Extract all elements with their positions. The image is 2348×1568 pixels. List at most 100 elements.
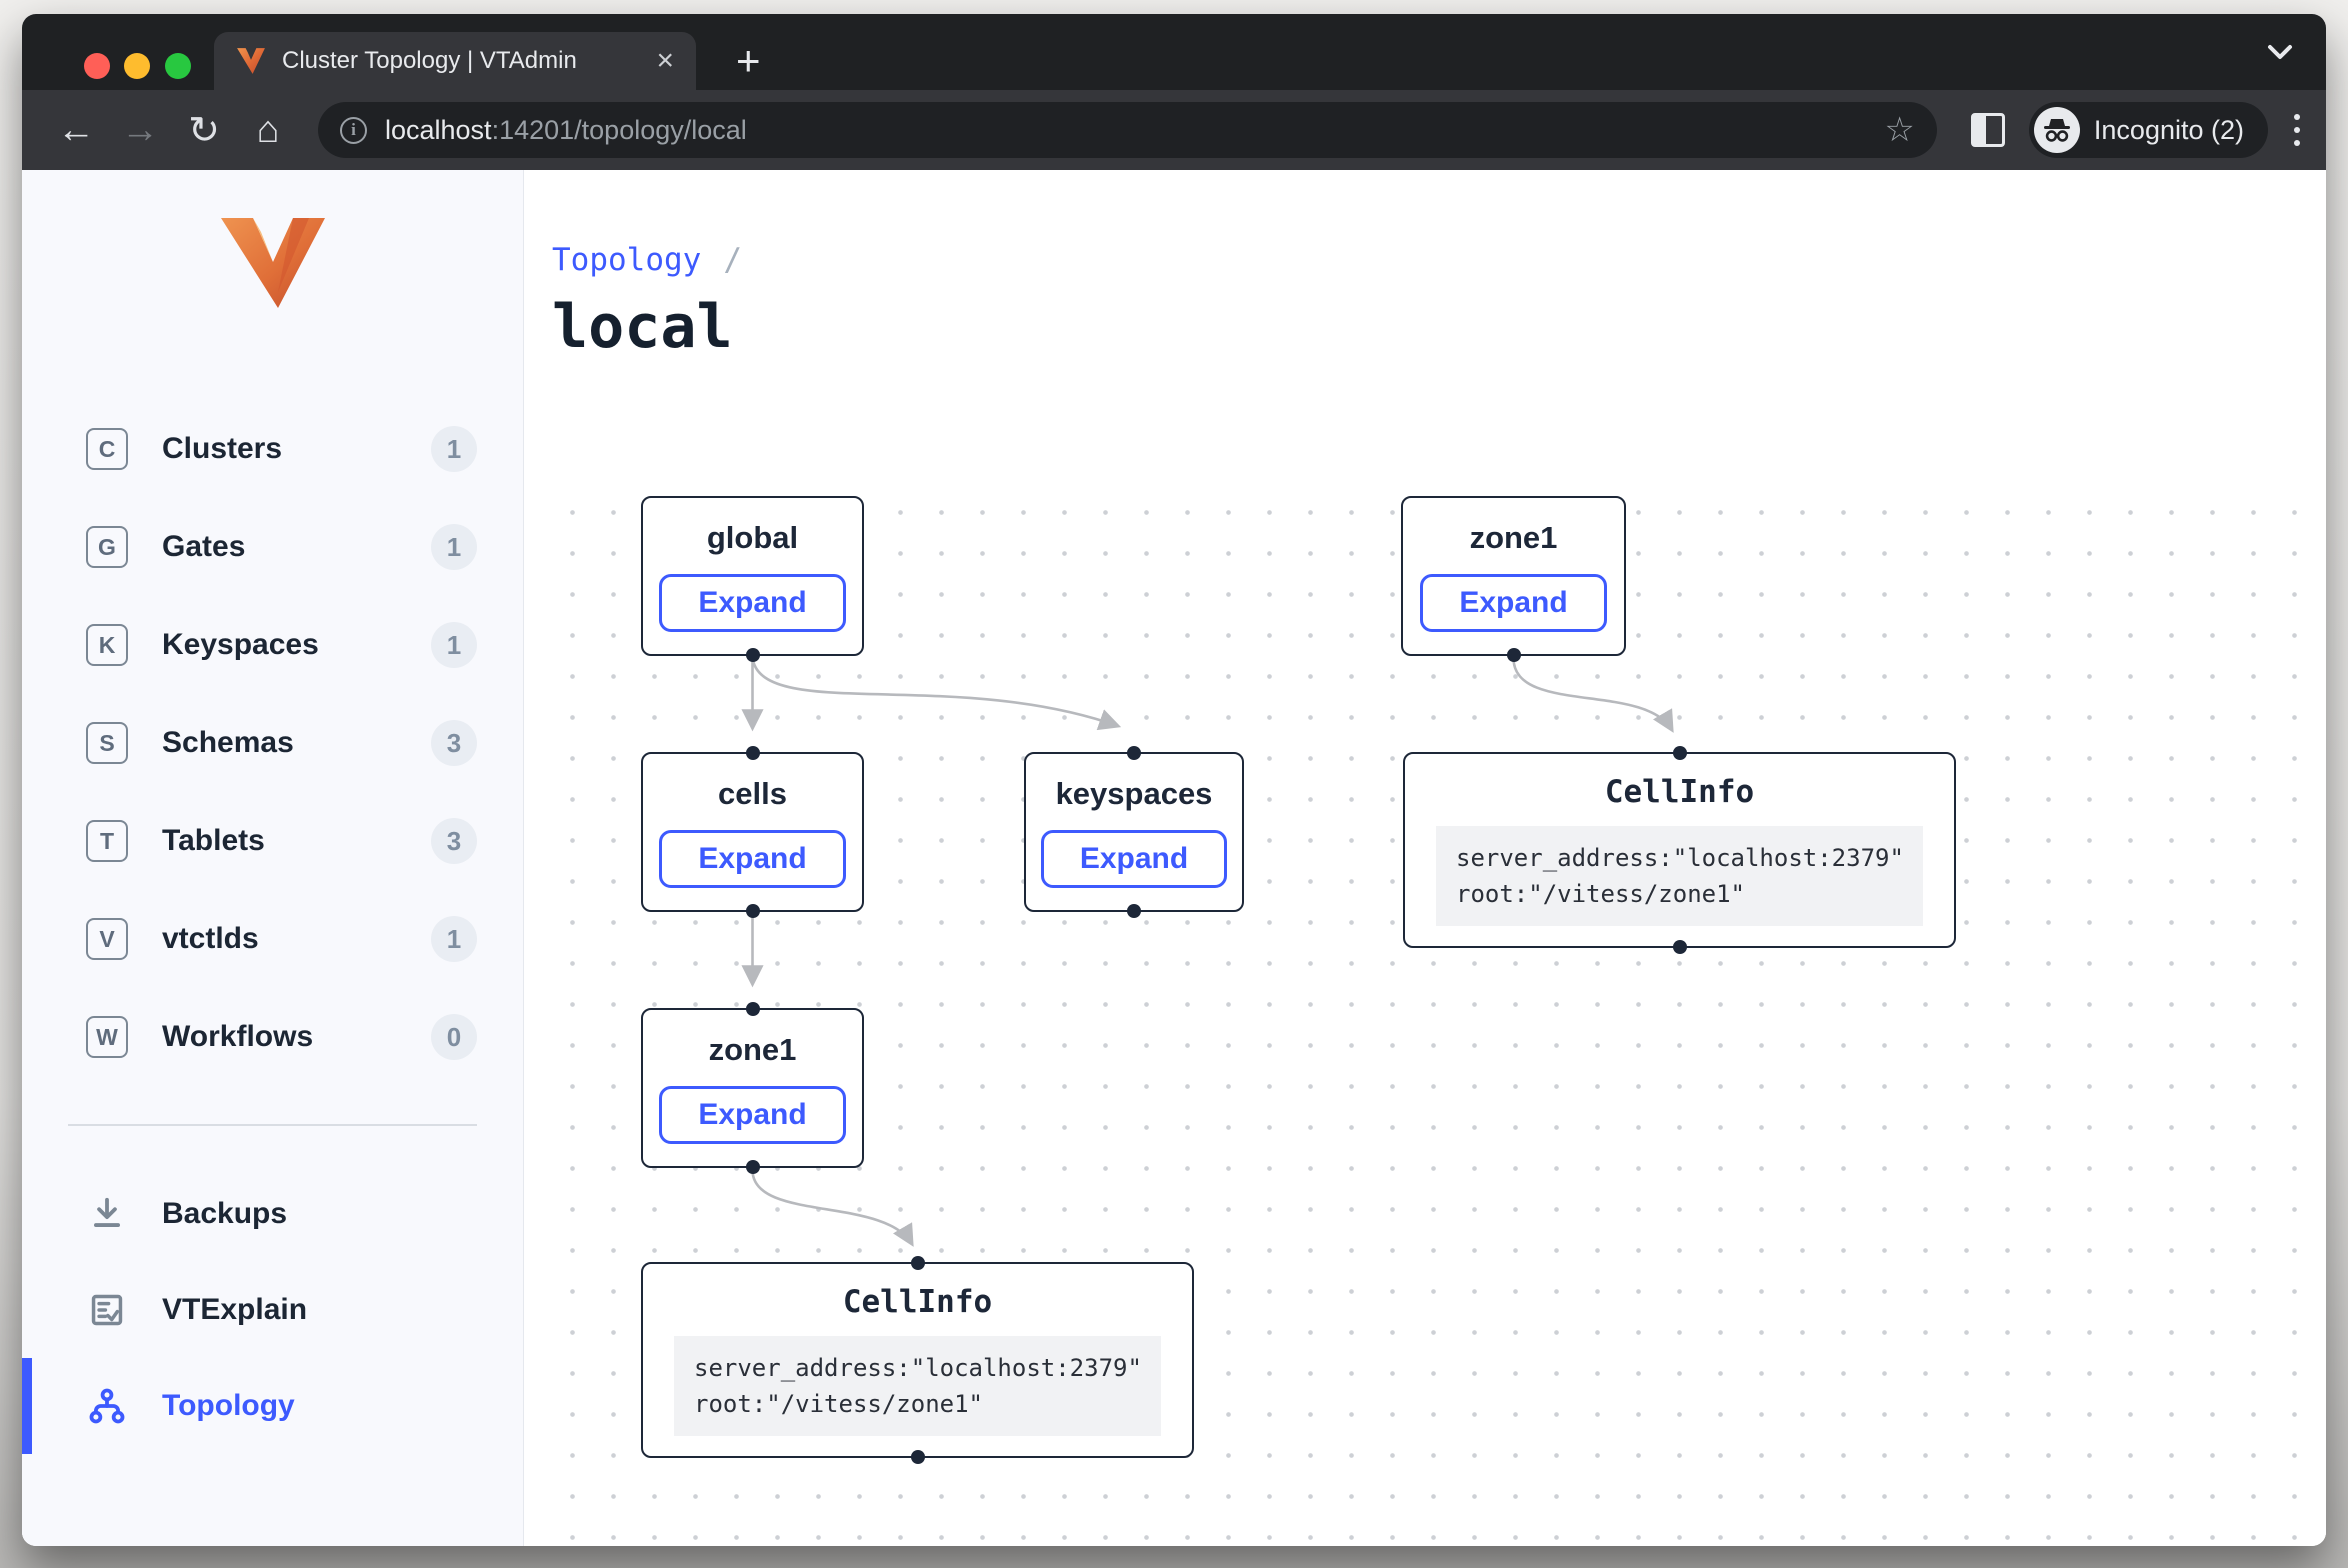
forward-icon[interactable]: → (112, 102, 168, 158)
sidebar-item-label: Topology (162, 1389, 295, 1423)
sidebar-item-keyspaces[interactable]: K Keyspaces 1 (22, 596, 523, 694)
sidebar-item-label: Tablets (162, 824, 265, 858)
window-minimize-button[interactable] (124, 53, 150, 79)
sidebar-nav: C Clusters 1 G Gates 1 K Keyspaces 1 (22, 400, 523, 1086)
count-badge: 0 (431, 1014, 477, 1060)
connection-handle (1507, 648, 1521, 662)
sidebar-item-gates[interactable]: G Gates 1 (22, 498, 523, 596)
count-badge: 1 (431, 426, 477, 472)
cellinfo-server-address: server_address:"localhost:2379" (694, 1350, 1141, 1386)
expand-button[interactable]: Expand (1420, 574, 1606, 632)
browser-toolbar: ← → ↻ ⌂ i localhost:14201/topology/local… (22, 90, 2326, 170)
schemas-letter-icon: S (86, 722, 128, 764)
node-title: CellInfo (1605, 774, 1754, 810)
expand-button[interactable]: Expand (659, 1086, 845, 1144)
sidebar-item-clusters[interactable]: C Clusters 1 (22, 400, 523, 498)
incognito-badge[interactable]: Incognito (2) (2029, 102, 2268, 158)
tab-search-chevron-icon[interactable] (2264, 42, 2296, 62)
gates-letter-icon: G (86, 526, 128, 568)
node-global: global Expand (641, 496, 864, 656)
back-icon[interactable]: ← (48, 102, 104, 158)
home-icon[interactable]: ⌂ (240, 102, 296, 158)
node-title: global (707, 520, 798, 556)
connection-handle (746, 1160, 760, 1174)
site-info-icon[interactable]: i (340, 117, 367, 144)
connection-handle (746, 648, 760, 662)
sidebar-item-vtexplain[interactable]: VTExplain (22, 1262, 523, 1358)
connection-handle (1673, 940, 1687, 954)
browser-tab[interactable]: Cluster Topology | VTAdmin × (214, 32, 696, 90)
sidebar-divider (68, 1124, 477, 1126)
new-tab-button[interactable]: + (736, 40, 761, 82)
sidebar-item-label: Clusters (162, 432, 282, 466)
sidebar-item-label: Schemas (162, 726, 294, 760)
vtadmin-page: C Clusters 1 G Gates 1 K Keyspaces 1 (22, 170, 2326, 1546)
cellinfo-root: root:"/vitess/zone1" (1456, 876, 1903, 912)
node-title: cells (718, 776, 787, 812)
sidebar-item-tablets[interactable]: T Tablets 3 (22, 792, 523, 890)
workflows-letter-icon: W (86, 1016, 128, 1058)
topology-canvas-area: Topology / local (524, 170, 2326, 1546)
connection-handle (911, 1450, 925, 1464)
sidebar-item-topology[interactable]: Topology (22, 1358, 523, 1454)
sidebar-item-label: Backups (162, 1197, 287, 1231)
vitess-favicon-icon (236, 46, 266, 76)
browser-window: Cluster Topology | VTAdmin × + ← → ↻ ⌂ i… (22, 14, 2326, 1546)
window-zoom-button[interactable] (165, 53, 191, 79)
node-zone1-right: zone1 Expand (1401, 496, 1626, 656)
expand-button[interactable]: Expand (659, 574, 845, 632)
page-title: local (552, 292, 733, 362)
node-zone1-left: zone1 Expand (641, 1008, 864, 1168)
tablets-letter-icon: T (86, 820, 128, 862)
bookmark-star-icon[interactable]: ☆ (1884, 110, 1914, 150)
node-title: zone1 (709, 1032, 797, 1068)
vtctlds-letter-icon: V (86, 918, 128, 960)
download-icon (86, 1193, 128, 1235)
connection-handle (1127, 746, 1141, 760)
breadcrumb-separator: / (723, 242, 742, 278)
url-text[interactable]: localhost:14201/topology/local (385, 115, 1872, 146)
connection-handle (746, 1002, 760, 1016)
url-host: localhost (385, 115, 492, 145)
expand-button[interactable]: Expand (1041, 830, 1227, 888)
sidebar-item-schemas[interactable]: S Schemas 3 (22, 694, 523, 792)
address-bar[interactable]: i localhost:14201/topology/local ☆ (318, 102, 1937, 158)
sidebar-item-backups[interactable]: Backups (22, 1166, 523, 1262)
breadcrumb: Topology / (552, 242, 742, 278)
node-title: keyspaces (1056, 776, 1213, 812)
browser-menu-icon[interactable] (2294, 114, 2300, 146)
keyspaces-letter-icon: K (86, 624, 128, 666)
breadcrumb-topology-link[interactable]: Topology (552, 242, 701, 278)
sidebar-item-label: Gates (162, 530, 245, 564)
node-keyspaces: keyspaces Expand (1024, 752, 1244, 912)
sidebar-item-vtctlds[interactable]: V vtctlds 1 (22, 890, 523, 988)
sidebar-item-label: vtctlds (162, 922, 259, 956)
incognito-label: Incognito (2) (2094, 115, 2244, 146)
node-title: zone1 (1470, 520, 1558, 556)
sidebar-item-label: Keyspaces (162, 628, 319, 662)
window-close-button[interactable] (84, 53, 110, 79)
tab-close-icon[interactable]: × (656, 46, 674, 76)
connection-handle (1127, 904, 1141, 918)
connection-handle (746, 746, 760, 760)
node-title: CellInfo (843, 1284, 992, 1320)
count-badge: 1 (431, 622, 477, 668)
reload-icon[interactable]: ↻ (176, 102, 232, 158)
side-panel-icon[interactable] (1971, 113, 2005, 147)
incognito-avatar-icon (2034, 107, 2080, 153)
node-cells: cells Expand (641, 752, 864, 912)
expand-button[interactable]: Expand (659, 830, 845, 888)
cellinfo-code-block: server_address:"localhost:2379" root:"/v… (1436, 826, 1923, 926)
sidebar-item-workflows[interactable]: W Workflows 0 (22, 988, 523, 1086)
cellinfo-code-block: server_address:"localhost:2379" root:"/v… (674, 1336, 1161, 1436)
node-cellinfo-right: CellInfo server_address:"localhost:2379"… (1403, 752, 1956, 948)
connection-handle (911, 1256, 925, 1270)
cellinfo-server-address: server_address:"localhost:2379" (1456, 840, 1903, 876)
sidebar-item-label: Workflows (162, 1020, 313, 1054)
sidebar: C Clusters 1 G Gates 1 K Keyspaces 1 (22, 170, 524, 1546)
sidebar-item-label: VTExplain (162, 1293, 307, 1327)
vitess-logo (217, 216, 329, 310)
connection-handle (1673, 746, 1687, 760)
url-path: :14201/topology/local (492, 115, 747, 145)
count-badge: 3 (431, 720, 477, 766)
